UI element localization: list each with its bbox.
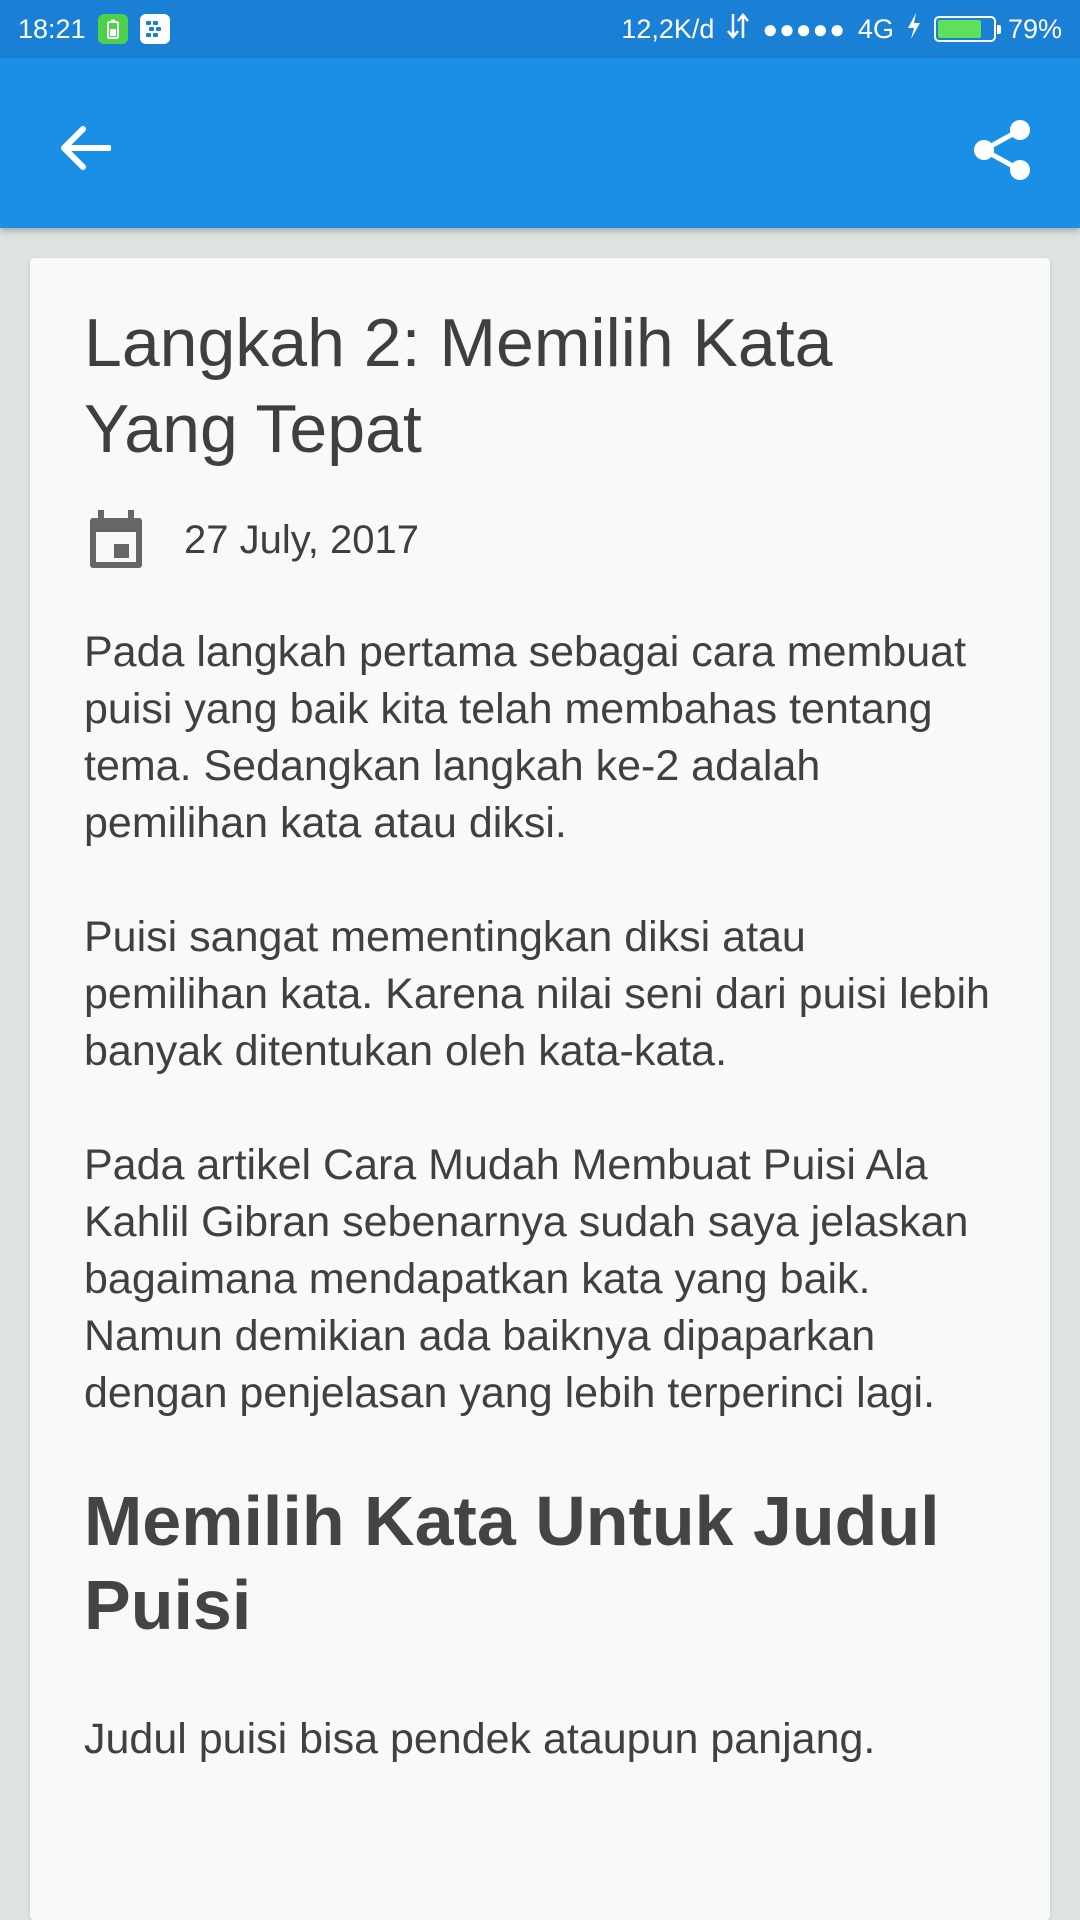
bbm-notification-icon bbox=[139, 14, 170, 44]
date-row: 27 July, 2017 bbox=[84, 508, 996, 572]
article-paragraph-3: Pada artikel Cara Mudah Membuat Puisi Al… bbox=[84, 1141, 969, 1417]
article-paragraph-2: Puisi sangat mementingkan diksi atau pem… bbox=[84, 913, 990, 1075]
article-card: Langkah 2: Memilih Kata Yang Tepat 27 Ju… bbox=[30, 258, 1050, 1920]
article-date: 27 July, 2017 bbox=[184, 517, 419, 562]
network-type: 4G bbox=[857, 13, 894, 44]
data-transfer-icon bbox=[726, 12, 750, 47]
battery-saver-notification-icon bbox=[97, 14, 128, 44]
arrow-back-icon bbox=[61, 126, 111, 170]
section-paragraph: Judul puisi bisa pendek ataupun panjang. bbox=[84, 1715, 876, 1763]
charging-icon bbox=[906, 12, 922, 47]
section-heading: Memilih Kata Untuk Judul Puisi bbox=[84, 1482, 940, 1644]
share-button[interactable] bbox=[962, 110, 1042, 190]
article-content: Langkah 2: Memilih Kata Yang Tepat 27 Ju… bbox=[30, 258, 1050, 1768]
back-button[interactable] bbox=[50, 113, 120, 183]
status-bar-right: 12,2K/d ●●●●● 4G 79% bbox=[621, 12, 1062, 47]
share-icon bbox=[974, 120, 1030, 180]
status-bar-left: 18:21 bbox=[18, 14, 170, 45]
battery-percent: 79% bbox=[1007, 13, 1062, 44]
battery-fill bbox=[937, 20, 981, 38]
calendar-icon bbox=[90, 510, 142, 568]
status-time: 18:21 bbox=[18, 13, 86, 44]
status-bar: 18:21 12,2K/d ●●●●● 4G 79% bbox=[0, 0, 1080, 58]
article-paragraph-1: Pada langkah pertama sebagai cara membua… bbox=[84, 628, 967, 847]
article-title: Langkah 2: Memilih Kata Yang Tepat bbox=[84, 305, 833, 467]
battery-icon bbox=[933, 16, 1001, 42]
app-bar bbox=[0, 58, 1080, 228]
signal-strength-icon: ●●●●● bbox=[762, 13, 846, 44]
network-speed: 12,2K/d bbox=[621, 13, 715, 44]
